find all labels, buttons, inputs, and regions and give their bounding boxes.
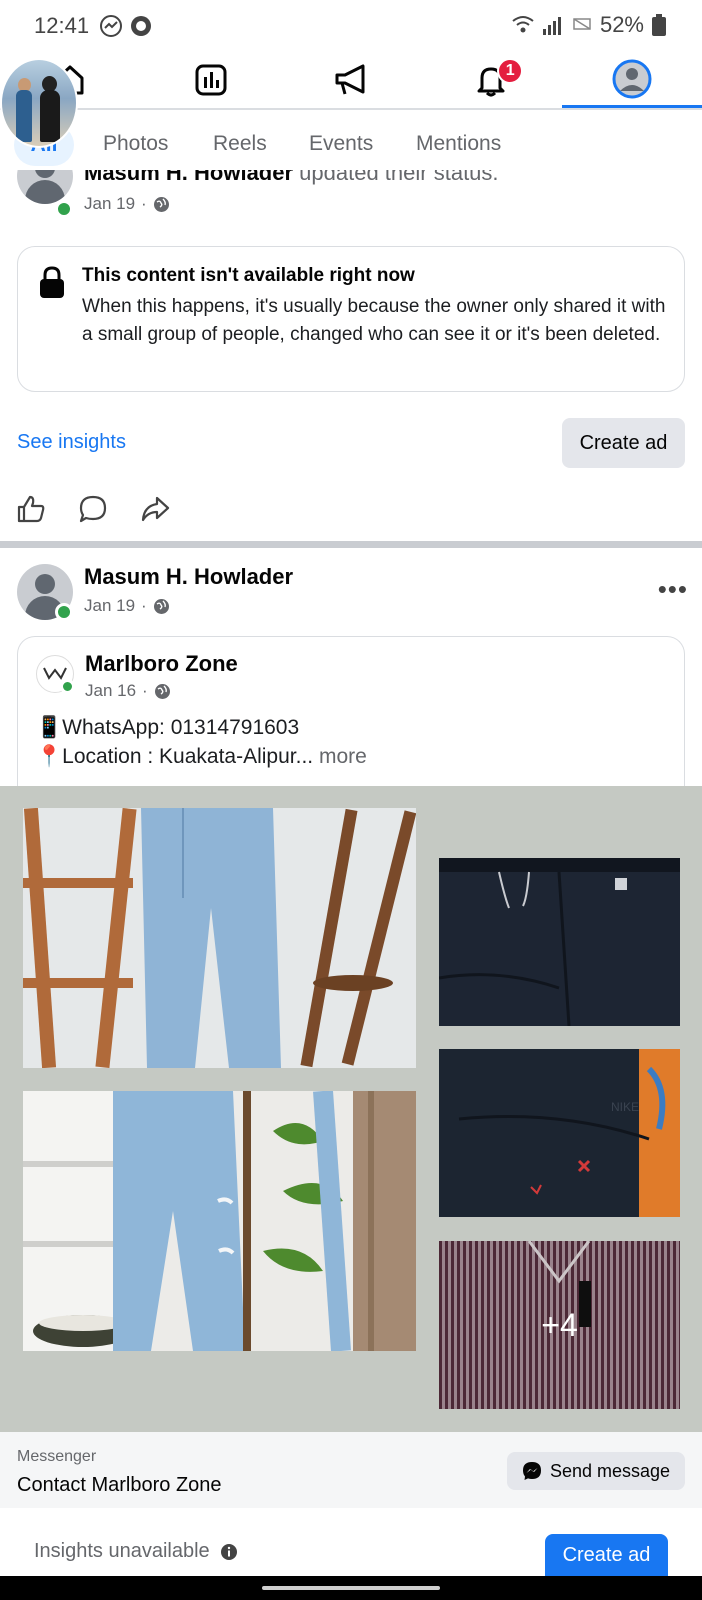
notification-badge: 1 bbox=[497, 58, 524, 84]
online-indicator bbox=[60, 679, 75, 694]
shared-post-card[interactable]: Marlboro Zone Jan 16 · 📱WhatsApp: 013147… bbox=[17, 636, 685, 786]
messenger-notification-icon bbox=[100, 15, 123, 37]
post-date[interactable]: Jan 19 bbox=[84, 596, 135, 616]
insights-unavailable-label: Insights unavailable bbox=[34, 1540, 210, 1562]
post-date[interactable]: Jan 19 bbox=[84, 194, 135, 214]
nav-profile[interactable] bbox=[561, 52, 702, 108]
jeans-image-1 bbox=[23, 808, 416, 1068]
tab-photos[interactable]: Photos bbox=[103, 132, 168, 156]
top-nav: 1 bbox=[0, 52, 702, 110]
signal-icon bbox=[542, 17, 561, 35]
pants-image-2: NIKE bbox=[439, 1049, 680, 1217]
post-action-text: updated their status. bbox=[299, 170, 499, 185]
photo-jeans-2[interactable] bbox=[23, 1091, 416, 1351]
tab-reels[interactable]: Reels bbox=[213, 132, 267, 156]
content-unavailable-card: This content isn't available right now W… bbox=[17, 246, 685, 392]
more-options-button[interactable]: ••• bbox=[658, 574, 688, 605]
post-separator bbox=[0, 541, 702, 548]
insights-row: Insights unavailable Create ad bbox=[0, 1512, 702, 1576]
dashboard-chart-icon bbox=[195, 64, 227, 96]
filter-tabs: All Photos Reels Events Mentions bbox=[0, 120, 702, 170]
author-avatar[interactable] bbox=[17, 170, 73, 204]
status-bar: 12:41 52% bbox=[0, 0, 702, 52]
shared-page-name[interactable]: Marlboro Zone bbox=[85, 651, 238, 677]
post-actions bbox=[16, 494, 170, 524]
messenger-cta-bar: Messenger Contact Marlboro Zone Send mes… bbox=[0, 1432, 702, 1508]
messenger-label: Messenger bbox=[17, 1448, 97, 1465]
wifi-icon bbox=[512, 16, 534, 33]
notice-title: This content isn't available right now bbox=[82, 265, 415, 286]
photo-black-pants-2[interactable]: NIKE bbox=[439, 1049, 680, 1217]
whatsapp-line: 📱WhatsApp: 01314791603 bbox=[36, 716, 300, 739]
no-sim-icon bbox=[573, 18, 591, 30]
shared-post-meta: Jan 16 · bbox=[85, 681, 171, 701]
contact-page-label: Contact Marlboro Zone bbox=[17, 1474, 222, 1496]
online-indicator bbox=[55, 603, 73, 621]
messenger-icon bbox=[522, 1462, 541, 1480]
share-icon[interactable] bbox=[140, 494, 170, 524]
nav-dashboard[interactable] bbox=[140, 52, 280, 108]
see-more-link[interactable]: more bbox=[319, 745, 367, 768]
jeans-image-2 bbox=[23, 1091, 416, 1351]
send-message-button[interactable]: Send message bbox=[507, 1452, 685, 1490]
send-message-label: Send message bbox=[549, 1460, 671, 1481]
like-icon[interactable] bbox=[16, 494, 46, 524]
photo-black-pants-1[interactable] bbox=[439, 858, 680, 1026]
nav-notifications[interactable]: 1 bbox=[421, 52, 561, 108]
see-insights-link[interactable]: See insights bbox=[17, 431, 126, 454]
profile-avatar-icon bbox=[612, 59, 652, 98]
globe-icon bbox=[153, 196, 169, 212]
nav-ads[interactable] bbox=[281, 52, 421, 108]
shared-post-text: 📱WhatsApp: 01314791603 📍Location : Kuaka… bbox=[36, 713, 367, 771]
post-meta: Jan 19 · bbox=[84, 194, 170, 214]
app-notification-icon bbox=[131, 16, 152, 36]
post-meta: Jan 19 · bbox=[84, 596, 170, 616]
shared-post-date[interactable]: Jan 16 bbox=[85, 681, 136, 701]
status-time: 12:41 bbox=[34, 13, 90, 38]
globe-icon bbox=[153, 598, 169, 614]
lock-icon bbox=[40, 266, 64, 298]
online-indicator bbox=[55, 200, 73, 218]
insights-unavailable: Insights unavailable bbox=[34, 1540, 238, 1563]
svg-text:NIKE: NIKE bbox=[611, 1100, 639, 1114]
post-author-name[interactable]: Masum H. Howlader updated their status. bbox=[84, 170, 499, 186]
pants-image-1 bbox=[439, 858, 680, 1026]
comment-icon[interactable] bbox=[78, 494, 108, 524]
location-line: 📍Location : Kuakata-Alipur... bbox=[36, 745, 314, 768]
author-name-text[interactable]: Masum H. Howlader bbox=[84, 170, 293, 185]
battery-icon bbox=[652, 14, 666, 36]
create-ad-button[interactable]: Create ad bbox=[562, 418, 685, 468]
system-gesture-bar bbox=[0, 1576, 702, 1600]
megaphone-icon bbox=[335, 64, 365, 95]
home-gesture-handle[interactable] bbox=[262, 1586, 440, 1590]
post-author-name[interactable]: Masum H. Howlader bbox=[84, 564, 293, 590]
photo-jeans-1[interactable] bbox=[23, 808, 416, 1068]
floating-profile-photo[interactable] bbox=[0, 58, 78, 148]
battery-percent: 52% bbox=[599, 12, 644, 37]
tab-events[interactable]: Events bbox=[309, 132, 373, 156]
photo-grid: NIKE +4 bbox=[0, 786, 702, 1432]
create-ad-button-primary[interactable]: Create ad bbox=[545, 1534, 668, 1576]
more-photos-count[interactable]: +4 bbox=[439, 1241, 680, 1409]
tab-mentions[interactable]: Mentions bbox=[416, 132, 501, 156]
globe-icon bbox=[154, 683, 170, 699]
photo-striped-shirt[interactable]: +4 bbox=[439, 1241, 680, 1409]
info-icon[interactable] bbox=[220, 1543, 238, 1561]
notice-body: When this happens, it's usually because … bbox=[82, 296, 666, 345]
